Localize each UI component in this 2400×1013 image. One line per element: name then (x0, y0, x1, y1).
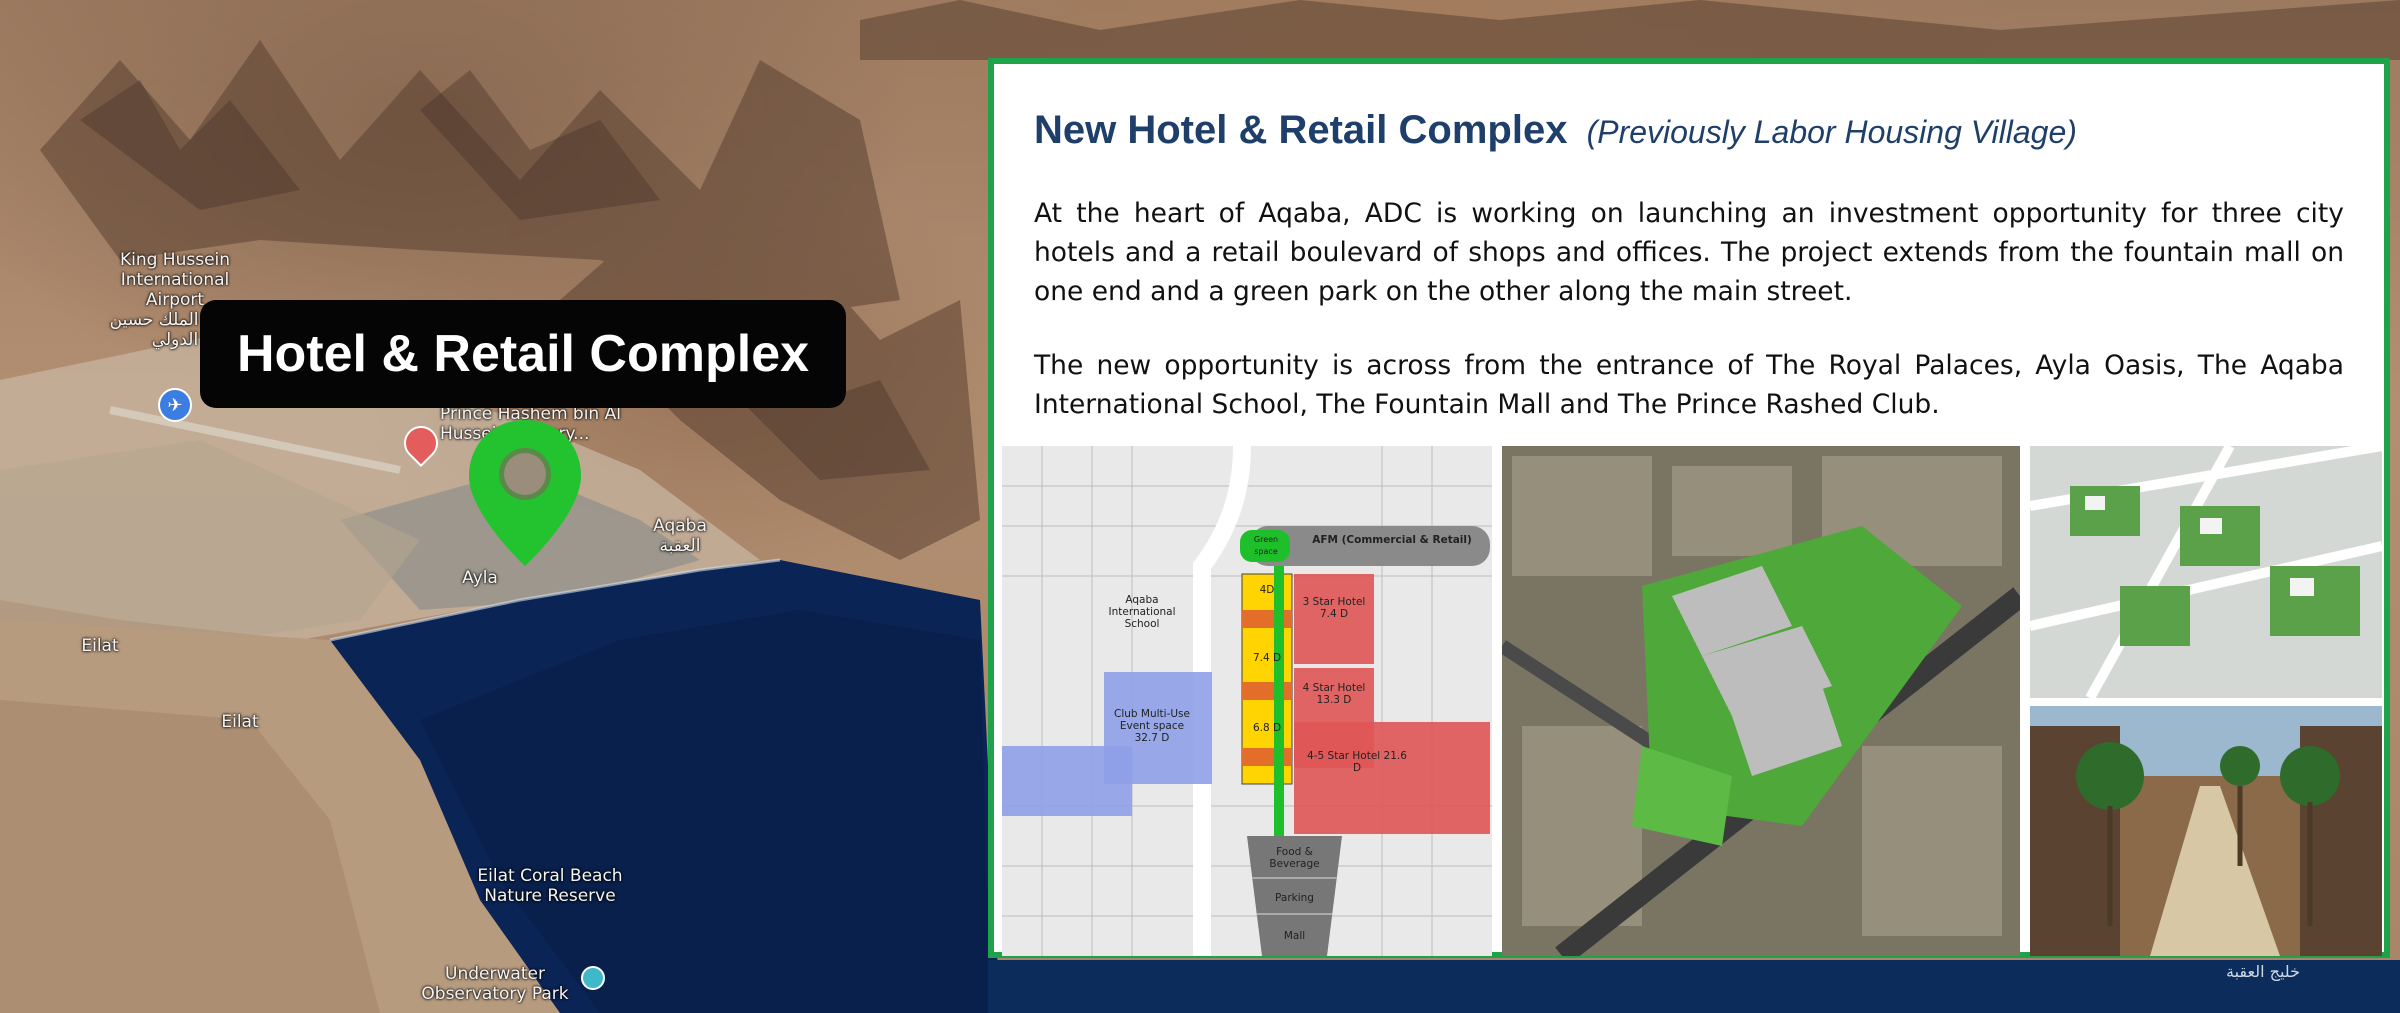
plan-label-3star: 3 Star Hotel 7.4 D (1302, 596, 1366, 620)
plan-label-food: Food & Beverage (1269, 846, 1320, 870)
plan-label-4d: 4D (1259, 584, 1275, 596)
plan-label-afm: AFM (Commercial & Retail) (1312, 534, 1472, 546)
panel-title: New Hotel & Retail Complex (1034, 108, 1568, 152)
description-paragraph-1: At the heart of Aqaba, ADC is working on… (1034, 198, 2344, 307)
panel-subtitle: (Previously Labor Housing Village) (1586, 114, 2077, 150)
plan-label-green-space: Green space (1253, 535, 1279, 556)
coral-beach-label: Eilat Coral Beach Nature Reserve (477, 866, 623, 906)
site-plan-drawing (1002, 446, 1492, 956)
plan-label-45star: 4-5 Star Hotel 21.6 D (1307, 750, 1407, 774)
retail-boulevard-drawing (2030, 706, 2382, 956)
plan-label-mall: Mall (1283, 930, 1306, 942)
landmark-icon[interactable] (581, 966, 605, 990)
ayla-label: Ayla (462, 568, 498, 588)
observatory-label: Underwater Observatory Park (421, 964, 569, 1004)
aerial-rendering-drawing (1502, 446, 2020, 956)
map-watermark: خليج العقبة (2226, 962, 2300, 981)
eilat-label-2: Eilat (221, 712, 259, 732)
plan-label-68d: 6.8 D (1252, 722, 1282, 734)
description-paragraph-2: The new opportunity is across from the e… (1034, 350, 2344, 420)
airport-icon[interactable]: ✈ (158, 388, 192, 422)
info-panel: New Hotel & Retail Complex (Previously L… (988, 58, 2390, 958)
location-pin-icon[interactable] (465, 418, 585, 568)
plan-label-parking: Parking (1275, 892, 1314, 904)
panel-heading: New Hotel & Retail Complex (Previously L… (1034, 108, 2344, 153)
retail-boulevard-image (2030, 706, 2382, 956)
plan-label-school: Aqaba International School (1108, 594, 1176, 630)
aqaba-label: Aqaba العقبة (653, 516, 707, 556)
masterplan-drawing (2030, 446, 2382, 698)
plan-label-4star: 4 Star Hotel 13.3 D (1302, 682, 1366, 706)
aerial-rendering-image (1502, 446, 2020, 956)
callout-label: Hotel & Retail Complex (200, 300, 846, 408)
site-plan-image: AFM (Commercial & Retail) Green space Aq… (1002, 446, 1492, 956)
plan-label-74d: 7.4 D (1252, 652, 1282, 664)
plan-label-club: Club Multi-Use Event space 32.7 D (1114, 708, 1190, 744)
eilat-label-1: Eilat (81, 636, 119, 656)
masterplan-image (2030, 446, 2382, 698)
